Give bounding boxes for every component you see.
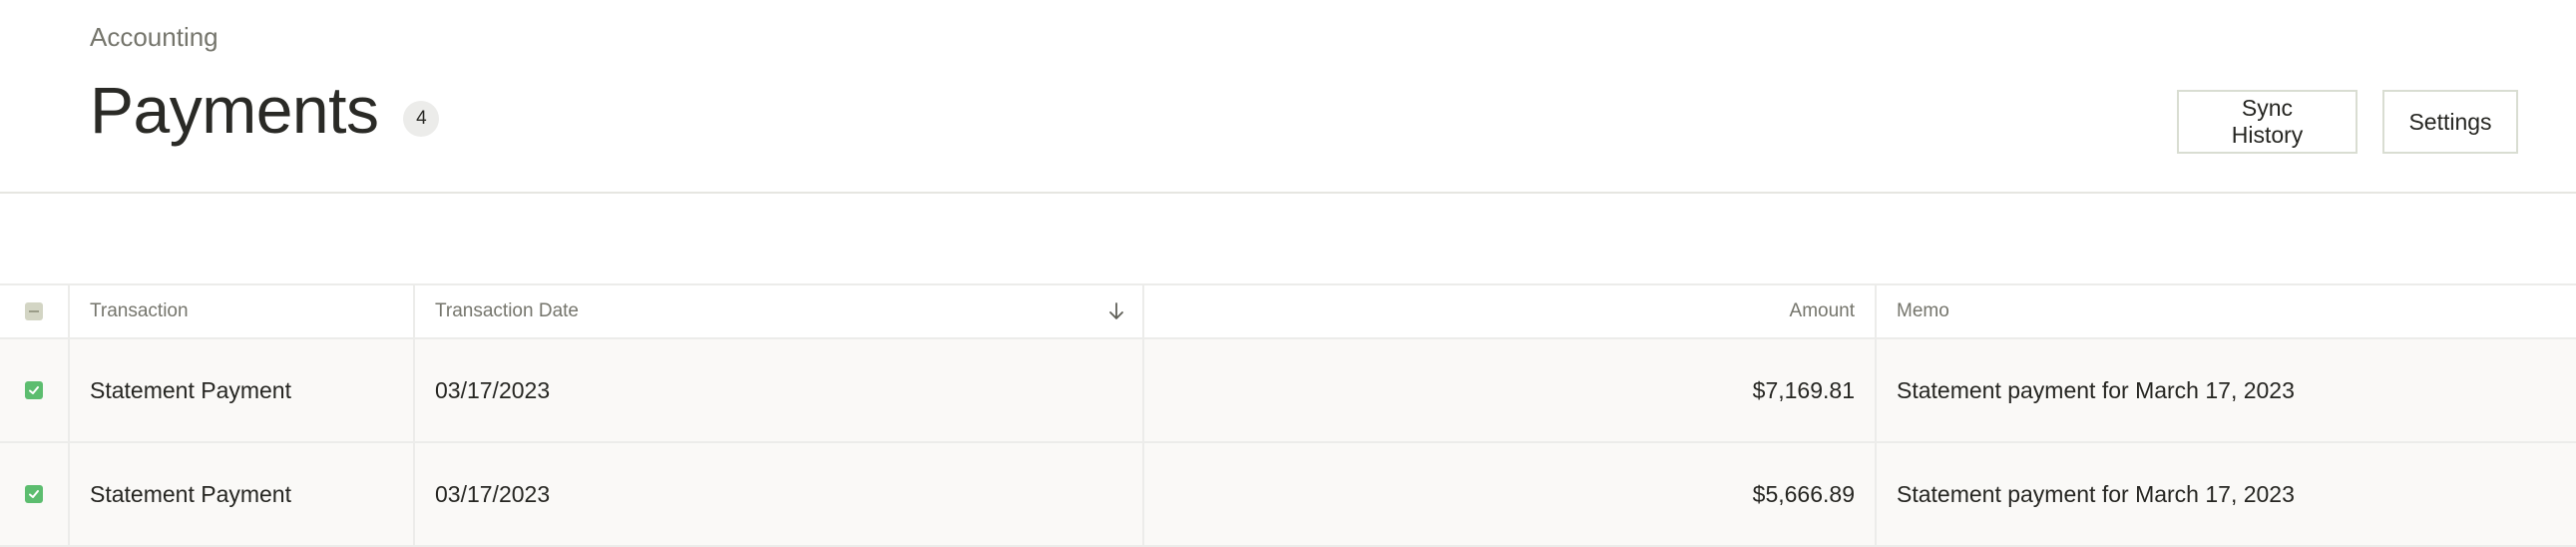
transaction-cell: Statement Payment — [70, 339, 415, 441]
memo-cell: Statement payment for March 17, 2023 — [1897, 480, 2295, 507]
checkmark-icon — [29, 490, 39, 498]
table-row[interactable]: Statement Payment 03/17/2023 $7,169.81 S… — [0, 339, 2576, 443]
title-row: Payments 4 — [90, 72, 440, 148]
header-checkbox-cell — [0, 285, 70, 337]
amount-cell: $5,666.89 — [1144, 443, 1877, 545]
page-title: Payments — [90, 73, 379, 147]
column-header-label: Transaction Date — [435, 300, 579, 321]
select-all-checkbox[interactable] — [25, 302, 43, 320]
column-header-amount[interactable]: Amount — [1144, 285, 1877, 337]
settings-button[interactable]: Settings — [2382, 90, 2518, 154]
count-badge: 4 — [403, 101, 440, 137]
arrow-down-icon[interactable] — [1108, 301, 1124, 321]
checkmark-icon — [29, 386, 39, 394]
memo-cell: Statement payment for March 17, 2023 — [1897, 376, 2295, 403]
transaction-date-cell: 03/17/2023 — [415, 339, 1144, 441]
row-checkbox[interactable] — [25, 485, 43, 503]
table-header-row: Transaction Transaction Date Amount Memo — [0, 283, 2576, 339]
column-header-transaction-date[interactable]: Transaction Date — [415, 285, 1144, 337]
header-actions: Sync History Settings — [2177, 90, 2518, 154]
amount-cell: $7,169.81 — [1144, 339, 1877, 441]
column-header-transaction[interactable]: Transaction — [70, 285, 415, 337]
column-header-memo[interactable]: Memo — [1877, 285, 2576, 337]
row-checkbox-cell — [0, 443, 70, 545]
payments-table: Transaction Transaction Date Amount Memo… — [0, 283, 2576, 547]
page-header: Accounting Payments 4 Sync History Setti… — [0, 0, 2576, 194]
transaction-cell: Statement Payment — [70, 443, 415, 545]
sync-history-button[interactable]: Sync History — [2177, 90, 2358, 154]
row-checkbox[interactable] — [25, 381, 43, 399]
table-row[interactable]: Statement Payment 03/17/2023 $5,666.89 S… — [0, 443, 2576, 547]
transaction-date-cell: 03/17/2023 — [415, 443, 1144, 545]
row-checkbox-cell — [0, 339, 70, 441]
breadcrumb[interactable]: Accounting — [90, 22, 218, 53]
